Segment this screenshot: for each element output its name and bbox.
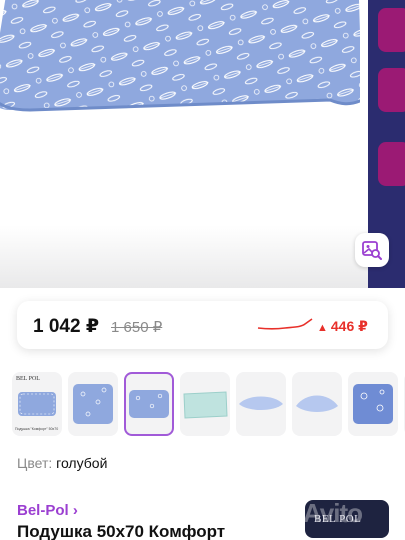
pillow-light-blue-photo [296,395,338,412]
gallery-thumbnails[interactable]: BEL POL Подушка "Комфорт" 50х70 [12,372,405,438]
image-search-button[interactable] [355,233,389,267]
thumbnail[interactable] [348,372,398,436]
image-fade [0,225,368,288]
pillow-feather-print-photo [73,384,113,424]
image-search-icon [362,241,382,260]
brand-link[interactable]: Bel-Pol › [17,502,78,519]
thumbnail-caption: Подушка "Комфорт" 50х70 [15,427,59,431]
product-image[interactable] [0,0,405,288]
current-price: 1 042 ₽ [33,316,100,337]
thumbnail[interactable]: BEL POL Подушка "Комфорт" 50х70 [12,372,62,436]
color-value: голубой [56,455,108,471]
pillow-dark-feather-photo [353,384,393,424]
thumbnail[interactable] [180,372,230,436]
price-trend-line [257,318,313,330]
price-drop: ▲ 446 ₽ [317,318,368,335]
pillow-image [0,0,360,112]
price-card[interactable]: 1 042 ₽ 1 650 ₽ ▲ 446 ₽ [17,301,388,349]
side-promo-card[interactable] [378,142,405,186]
pillow-light-blue-photo [239,396,283,410]
avito-watermark: Avito [303,498,363,528]
thumbnail[interactable] [68,372,118,436]
thumbnail-selected[interactable] [124,372,174,436]
thumbnail[interactable] [292,372,342,436]
price-drop-value: 446 ₽ [330,318,368,334]
color-label: Цвет: [17,455,53,471]
thumbnail[interactable] [236,372,286,436]
arrow-up-icon: ▲ [317,322,328,334]
product-title: Подушка 50х70 Комфорт [17,522,226,540]
pillow-feather-print-photo [129,390,169,418]
color-info: Цвет: голубой [17,455,107,471]
old-price: 1 650 ₽ [111,319,163,336]
side-promo-card[interactable] [378,68,405,112]
side-promo-card[interactable] [378,8,405,52]
pillow-mint-photo [183,391,228,419]
